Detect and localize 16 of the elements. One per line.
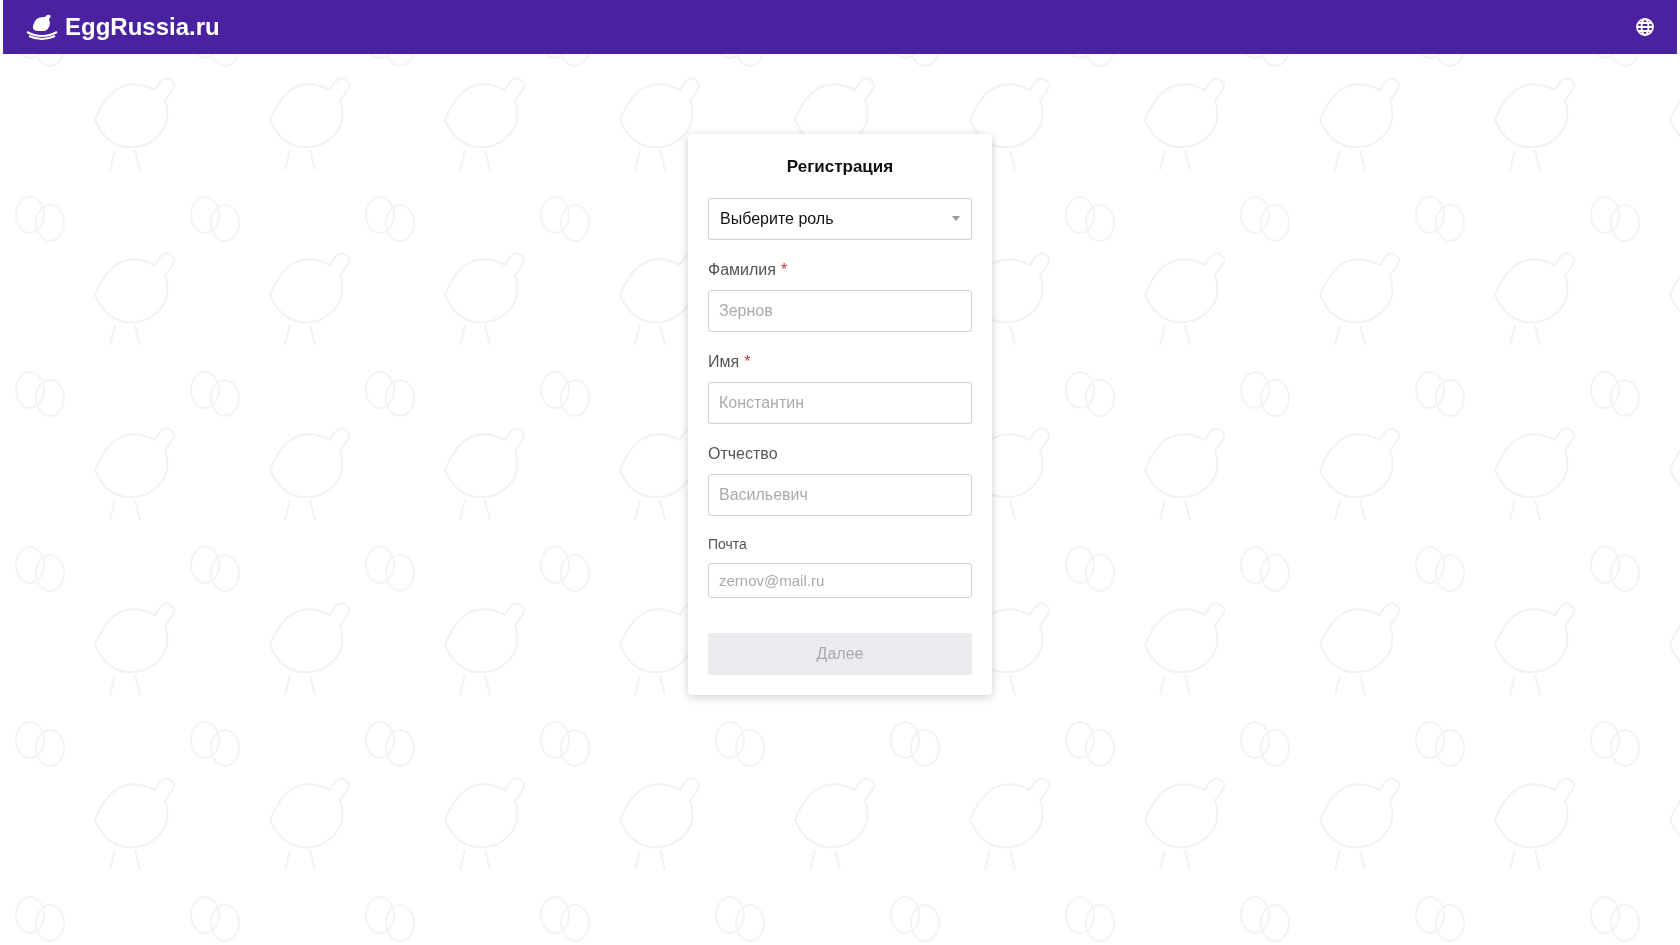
input-field[interactable]: zernov@mail.ru xyxy=(708,562,972,598)
input-field[interactable]: Константин xyxy=(708,381,972,424)
input-field[interactable]: Васильевич xyxy=(708,473,972,516)
field-label: Отчество xyxy=(708,443,778,464)
form-title: Регистрация xyxy=(785,156,895,178)
hen-in-nest-icon xyxy=(25,12,59,42)
required-mark: * xyxy=(780,259,788,280)
required-mark: * xyxy=(744,351,751,372)
caret-icon xyxy=(952,216,960,221)
field-label: Фамилия xyxy=(708,259,776,280)
brand-name[interactable]: EggRussia.ru xyxy=(65,9,220,45)
role-select[interactable]: Выберите роль xyxy=(708,197,972,240)
field-label: Почта xyxy=(708,534,747,554)
field-label: Имя xyxy=(708,351,740,372)
input-field[interactable]: Зернов xyxy=(708,289,972,332)
globe-icon[interactable] xyxy=(1635,17,1655,37)
